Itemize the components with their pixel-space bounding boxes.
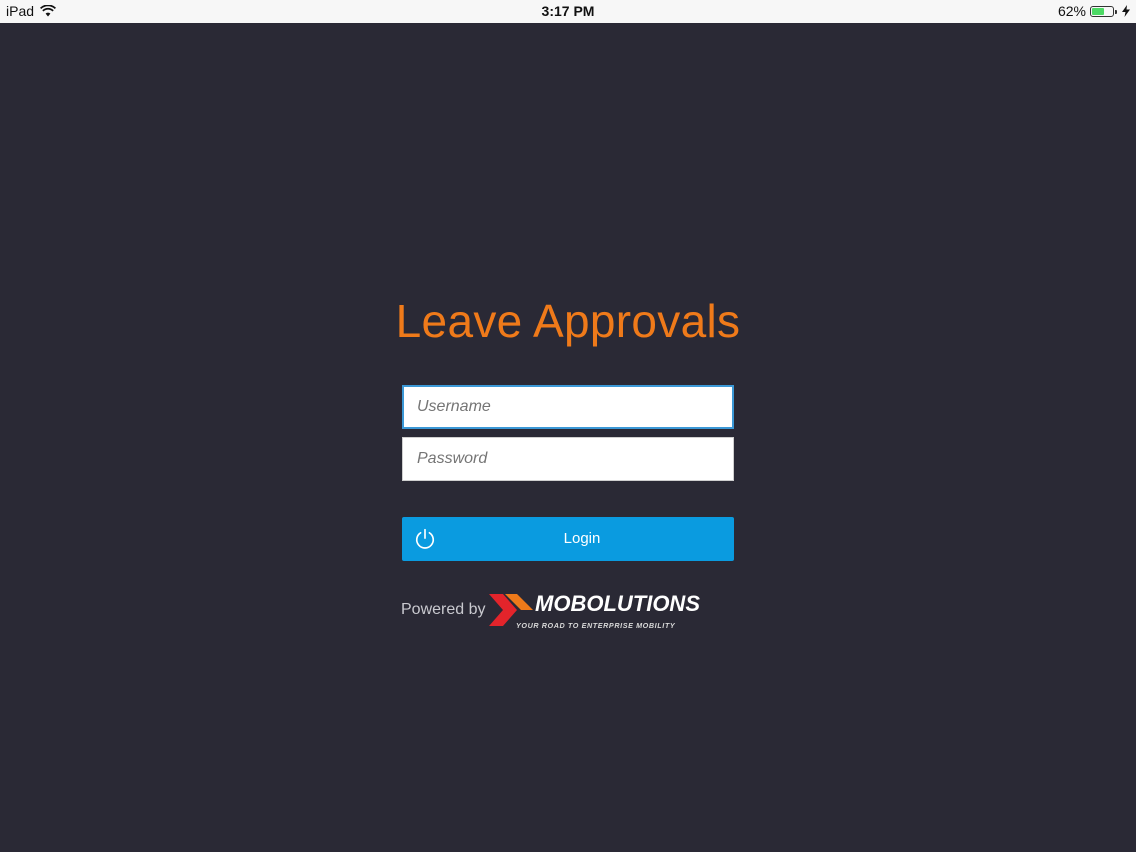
status-bar-right: 62% <box>1058 3 1130 19</box>
username-input[interactable] <box>402 385 734 429</box>
login-label: Login <box>563 530 601 547</box>
powered-by-text: Powered by <box>401 601 486 618</box>
battery-level <box>1092 7 1105 15</box>
mobolutions-logo: MOBOLUTIONS YOUR ROAD TO ENTERPRISE MOBI… <box>489 591 700 630</box>
login-button[interactable]: Login <box>402 517 734 561</box>
battery-icon <box>1090 5 1117 17</box>
clock: 3:17 PM <box>541 3 595 19</box>
status-bar: iPad 3:17 PM 62% <box>0 0 1136 23</box>
brand-name-text: MOBOLUTIONS <box>535 591 700 616</box>
password-input[interactable] <box>402 437 734 481</box>
battery-percent: 62% <box>1057 3 1086 19</box>
charging-bolt-icon <box>1122 5 1130 17</box>
brand-tagline-text: YOUR ROAD TO ENTERPRISE MOBILITY <box>516 621 676 630</box>
app-title: Leave Approvals <box>395 295 741 347</box>
